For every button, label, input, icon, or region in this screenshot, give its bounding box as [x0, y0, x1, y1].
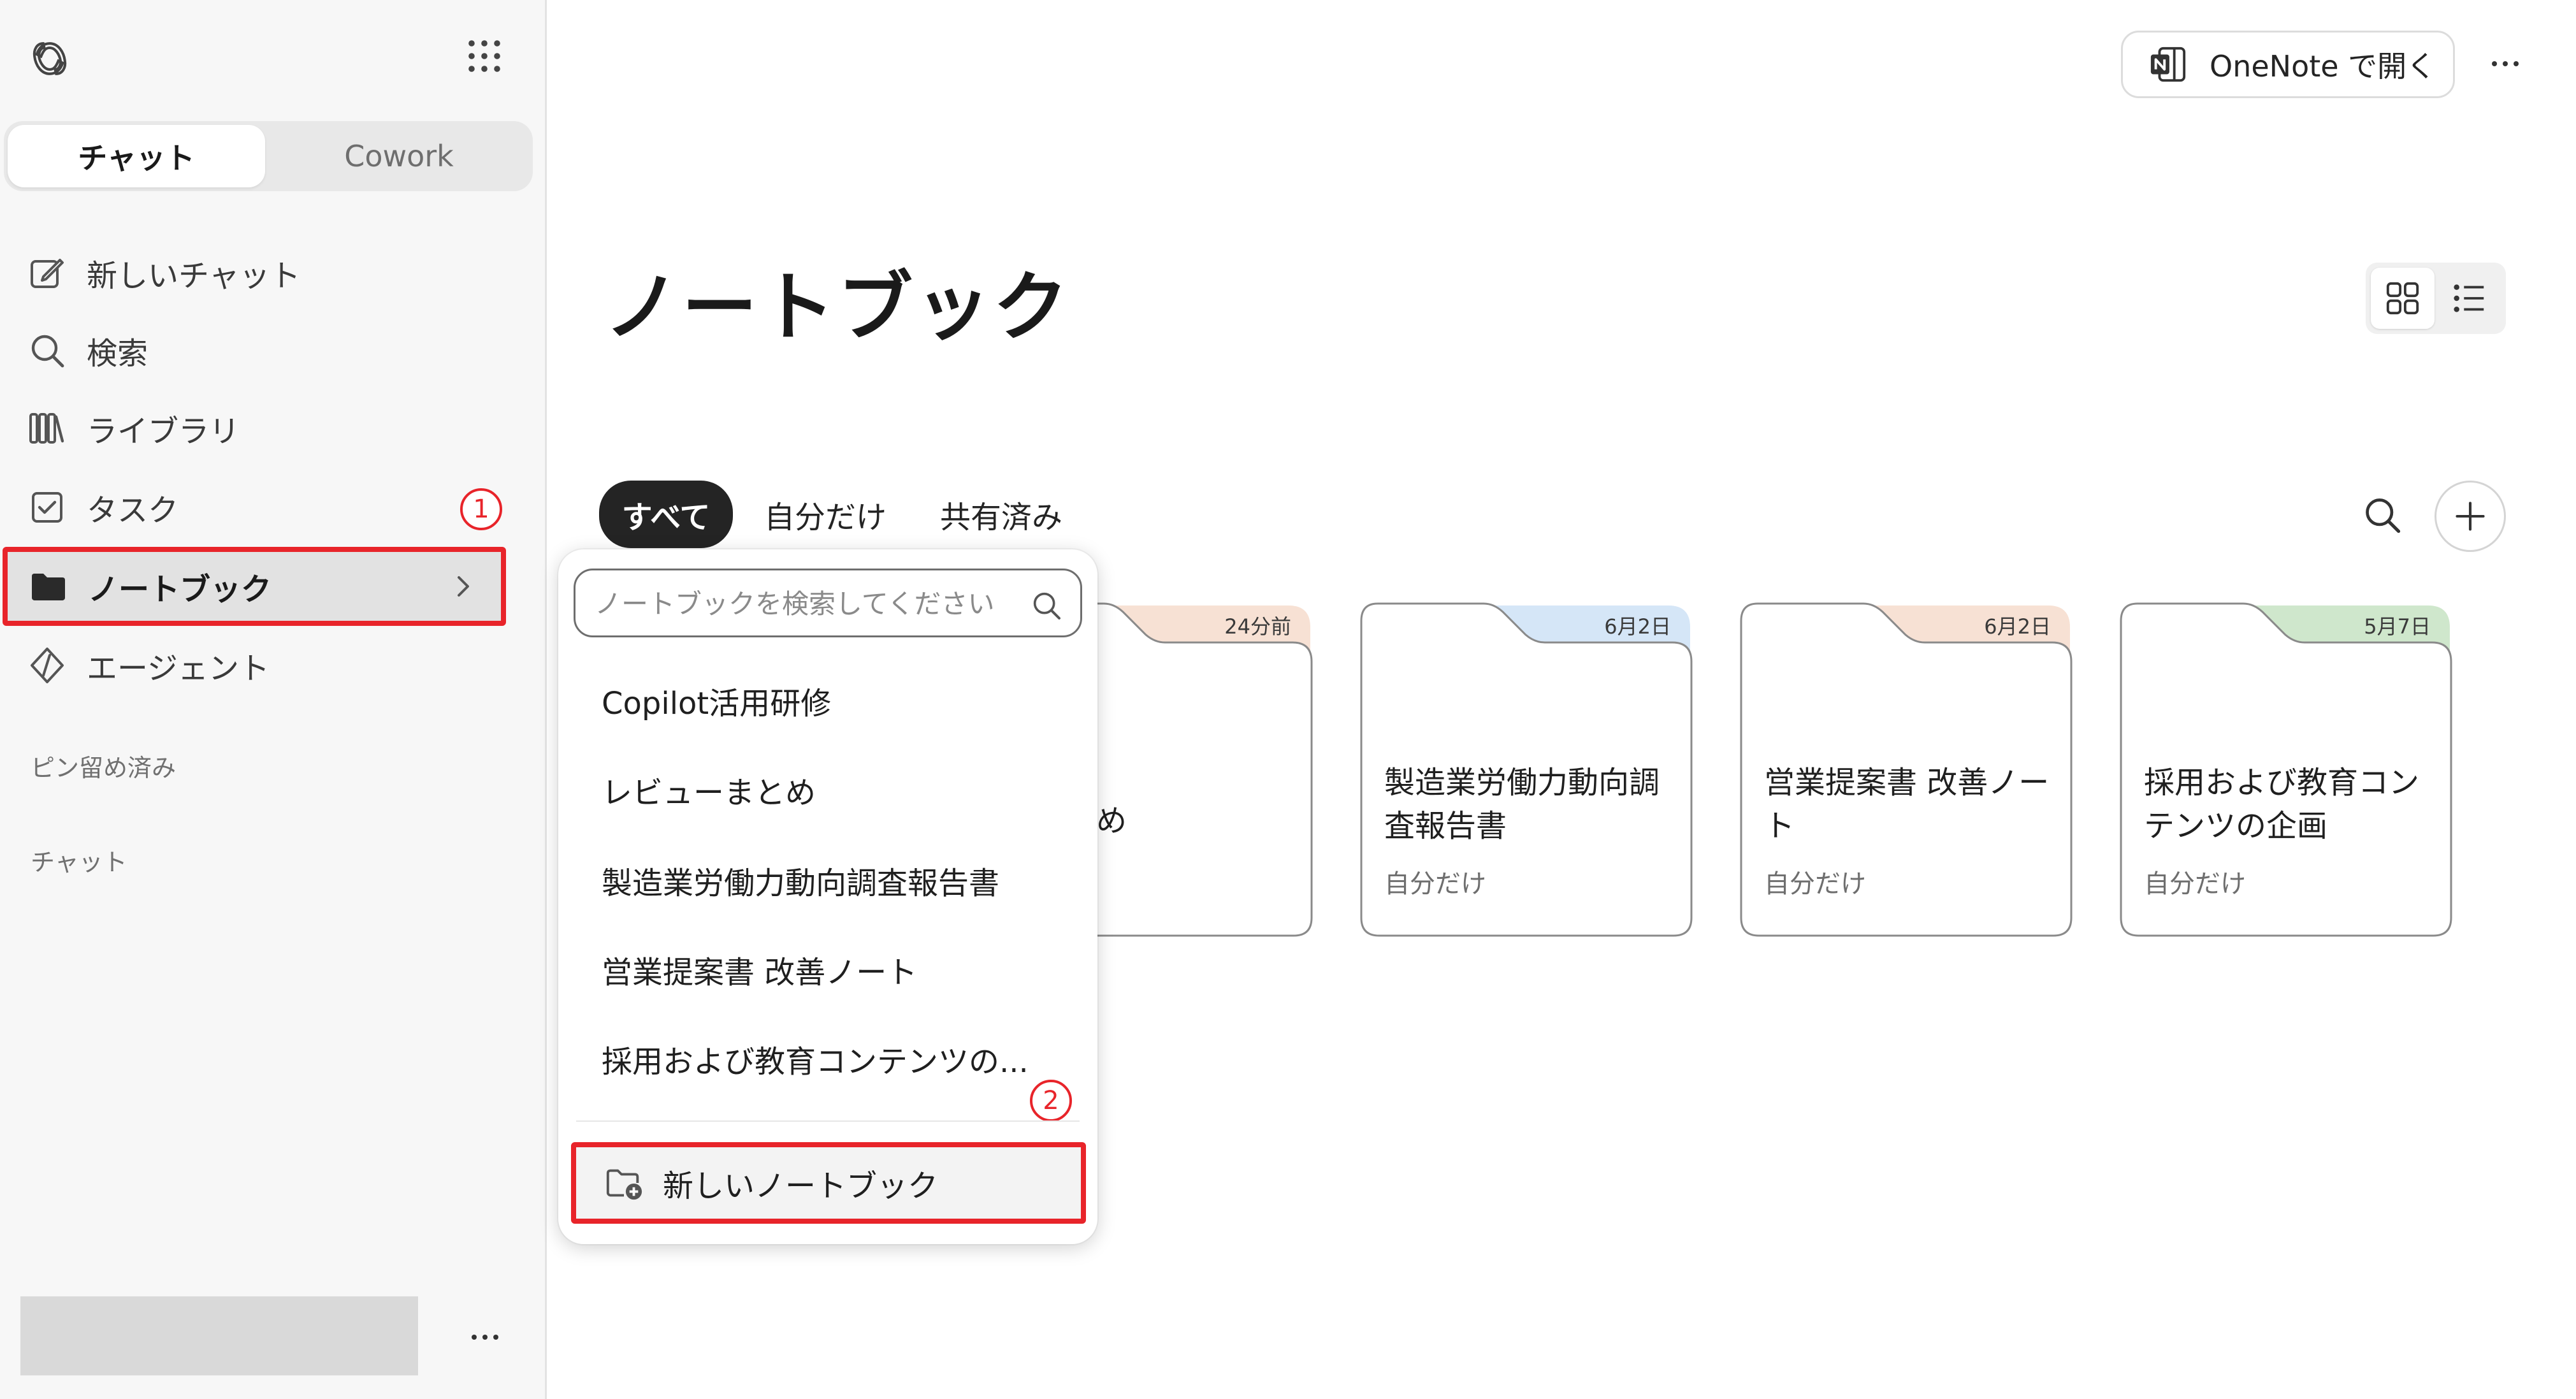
folder-add-icon	[606, 1169, 642, 1200]
notebook-search-input[interactable]	[595, 583, 1009, 624]
search-icon[interactable]	[2362, 495, 2403, 535]
plus-icon	[2456, 502, 2485, 531]
card-sharing: 自分だけ	[1764, 869, 1866, 899]
card-title: 製造業労働力動向調査報告書	[1384, 765, 1660, 844]
annotation-marker-1: 1	[460, 488, 502, 530]
filter-tab-all[interactable]: すべて	[599, 481, 733, 548]
section-chats: チャット	[31, 848, 127, 876]
sidebar-item-label: 検索	[87, 336, 148, 372]
annotation-marker-2: 2	[1030, 1080, 1072, 1122]
sidebar-item-search[interactable]: 検索	[4, 312, 507, 389]
open-in-onenote-button[interactable]: OneNote で開く	[2121, 31, 2455, 98]
menu-divider	[576, 1120, 1080, 1122]
more-options-icon[interactable]	[469, 1331, 501, 1344]
card-date: 5月7日	[2364, 614, 2431, 639]
sidebar-item-library[interactable]: ライブラリ	[4, 390, 507, 467]
card-sharing: 自分だけ	[1384, 869, 1486, 899]
section-pinned: ピン留め済み	[31, 754, 177, 782]
new-notebook-label: 新しいノートブック	[663, 1168, 939, 1204]
sidebar-item-label: ノートブック	[88, 572, 272, 607]
new-notebook-button[interactable]: 新しいノートブック	[571, 1142, 1086, 1224]
notebook-menu-item[interactable]: Copilot活用研修	[602, 678, 831, 723]
agent-icon	[31, 648, 64, 683]
card-title: 採用および教育コンテンツの企画	[2144, 765, 2420, 844]
user-account-block[interactable]	[20, 1296, 418, 1375]
compose-icon	[31, 259, 64, 288]
notebook-card[interactable]: 6月2日 営業提案書 改善ノート 自分だけ	[1739, 602, 2074, 938]
notebook-flyout-menu: Copilot活用研修 レビューまとめ 製造業労働力動向調査報告書 営業提案書 …	[558, 549, 1097, 1244]
grid-view-icon	[2386, 282, 2419, 315]
task-checkbox-icon	[32, 492, 62, 523]
view-toggle	[2366, 263, 2506, 334]
list-view-icon	[2454, 284, 2484, 312]
sidebar-item-tasks[interactable]: タスク	[4, 469, 507, 546]
sidebar-item-new-chat[interactable]: 新しいチャット	[4, 235, 507, 311]
add-notebook-button[interactable]	[2435, 481, 2506, 552]
sidebar-item-label: ライブラリ	[87, 414, 240, 449]
copilot-logo-icon[interactable]	[28, 37, 71, 80]
card-sharing: 自分だけ	[2144, 869, 2246, 899]
chevron-right-icon	[458, 576, 469, 597]
tab-cowork[interactable]: Cowork	[269, 125, 529, 187]
apps-grid-icon[interactable]	[465, 37, 503, 75]
sidebar: チャット Cowork 新しいチャット 検索 ライブラリ タスク 1 ノートブッ…	[0, 0, 547, 1399]
card-date: 6月2日	[1984, 614, 2051, 639]
card-date: 6月2日	[1604, 614, 1671, 639]
notebook-menu-item[interactable]: 製造業労働力動向調査報告書	[602, 858, 999, 902]
filter-tab-mine[interactable]: 自分だけ	[758, 481, 892, 548]
notebook-card[interactable]: 5月7日 採用および教育コンテンツの企画 自分だけ	[2118, 602, 2454, 938]
notebook-menu-item[interactable]: レビューまとめ	[602, 767, 816, 812]
notebook-card[interactable]: 6月2日 製造業労働力動向調査報告書 自分だけ	[1359, 602, 1694, 938]
list-view-button[interactable]	[2437, 268, 2501, 329]
search-icon[interactable]	[1031, 590, 1062, 621]
filter-tab-shared[interactable]: 共有済み	[934, 481, 1068, 548]
sidebar-item-label: エージェント	[87, 651, 270, 686]
card-date: 24分前	[1224, 614, 1291, 639]
open-in-onenote-label: OneNote で開く	[2210, 49, 2436, 83]
library-icon	[29, 413, 64, 444]
card-title: 営業提案書 改善ノート	[1764, 765, 2050, 844]
sidebar-item-notebooks[interactable]: ノートブック	[3, 547, 506, 626]
folder-icon	[32, 574, 65, 600]
notebook-menu-item[interactable]: 営業提案書 改善ノート	[602, 947, 917, 992]
mode-segmented-control: チャット Cowork	[4, 121, 533, 191]
onenote-icon	[2150, 47, 2186, 82]
more-options-icon[interactable]	[2489, 57, 2521, 70]
page-title: ノートブック	[604, 263, 1071, 351]
grid-view-button[interactable]	[2371, 268, 2435, 329]
sidebar-item-label: 新しいチャット	[87, 258, 301, 294]
search-icon	[31, 335, 64, 368]
notebook-menu-item[interactable]: 採用および教育コンテンツの...	[602, 1036, 1029, 1081]
sidebar-item-agents[interactable]: エージェント	[4, 627, 507, 704]
tab-chat[interactable]: チャット	[8, 125, 265, 187]
sidebar-item-label: タスク	[87, 493, 179, 528]
notebook-search-box[interactable]	[574, 569, 1082, 637]
